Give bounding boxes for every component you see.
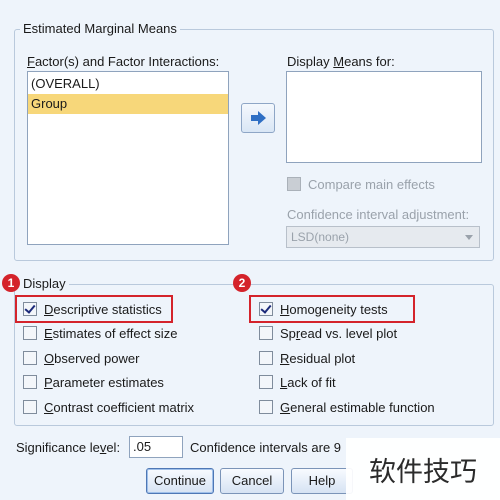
move-to-display-means-button[interactable]	[241, 103, 275, 133]
checkbox-label: Descriptive statistics	[44, 301, 162, 317]
checkbox-label: Observed power	[44, 350, 140, 366]
checkbox-label: Spread vs. level plot	[280, 325, 398, 341]
factor-item-group[interactable]: Group	[28, 94, 228, 114]
significance-level-label: Significance level:	[16, 440, 121, 455]
ci-adjustment-value: LSD(none)	[291, 230, 350, 244]
checkbox-box[interactable]	[23, 302, 37, 316]
checkbox-label: General estimable function	[280, 399, 435, 415]
watermark-text: 软件技巧	[346, 438, 500, 500]
significance-level-input[interactable]: .05	[129, 436, 183, 458]
lack-of-fit-checkbox[interactable]: Lack of fit	[259, 373, 336, 391]
checkbox-label: Residual plot	[280, 350, 356, 366]
spread-level-plot-checkbox[interactable]: Spread vs. level plot	[259, 324, 397, 342]
checkbox-box[interactable]	[23, 400, 37, 414]
right-arrow-icon	[251, 111, 266, 125]
display-means-listbox[interactable]	[286, 71, 482, 163]
checkbox-label: Estimates of effect size	[44, 325, 178, 341]
display-group-title: Display	[20, 276, 69, 291]
homogeneity-tests-checkbox[interactable]: Homogeneity tests	[259, 300, 388, 318]
checkbox-label: Parameter estimates	[44, 374, 164, 390]
parameter-estimates-checkbox[interactable]: Parameter estimates	[23, 373, 164, 391]
effect-size-checkbox[interactable]: Estimates of effect size	[23, 324, 177, 342]
cancel-button[interactable]: Cancel	[220, 468, 284, 494]
checkbox-label: Lack of fit	[280, 374, 336, 390]
checkbox-box[interactable]	[259, 351, 273, 365]
confidence-intervals-text: Confidence intervals are 9	[190, 440, 342, 455]
checkbox-box[interactable]	[23, 375, 37, 389]
checkbox-box[interactable]	[259, 375, 273, 389]
residual-plot-checkbox[interactable]: Residual plot	[259, 349, 355, 367]
observed-power-checkbox[interactable]: Observed power	[23, 349, 139, 367]
factors-listbox[interactable]: (OVERALL) Group	[27, 71, 229, 245]
help-button[interactable]: Help	[291, 468, 353, 494]
step-1-badge: 1	[2, 274, 20, 292]
compare-main-effects-box	[287, 177, 301, 191]
factor-item-overall[interactable]: (OVERALL)	[28, 74, 228, 94]
compare-main-effects-checkbox: Compare main effects	[287, 175, 435, 193]
contrast-coefficient-checkbox[interactable]: Contrast coefficient matrix	[23, 398, 194, 416]
checkbox-box[interactable]	[23, 351, 37, 365]
checkbox-box[interactable]	[259, 302, 273, 316]
descriptive-statistics-checkbox[interactable]: Descriptive statistics	[23, 300, 162, 318]
checkbox-box[interactable]	[259, 400, 273, 414]
factors-label: Factor(s) and Factor Interactions:	[27, 54, 220, 69]
display-means-label: Display Means for:	[287, 54, 395, 69]
general-estimable-checkbox[interactable]: General estimable function	[259, 398, 435, 416]
checkbox-box[interactable]	[259, 326, 273, 340]
checkbox-label: Homogeneity tests	[280, 301, 388, 317]
continue-button[interactable]: Continue	[146, 468, 214, 494]
step-2-badge: 2	[233, 274, 251, 292]
emm-group-title: Estimated Marginal Means	[20, 21, 180, 36]
dropdown-arrow-icon	[465, 235, 473, 240]
ci-adjustment-label: Confidence interval adjustment:	[287, 207, 470, 222]
checkbox-label: Contrast coefficient matrix	[44, 399, 195, 415]
compare-main-effects-label: Compare main effects	[308, 176, 435, 192]
ci-adjustment-dropdown: LSD(none)	[286, 226, 480, 248]
checkbox-box[interactable]	[23, 326, 37, 340]
